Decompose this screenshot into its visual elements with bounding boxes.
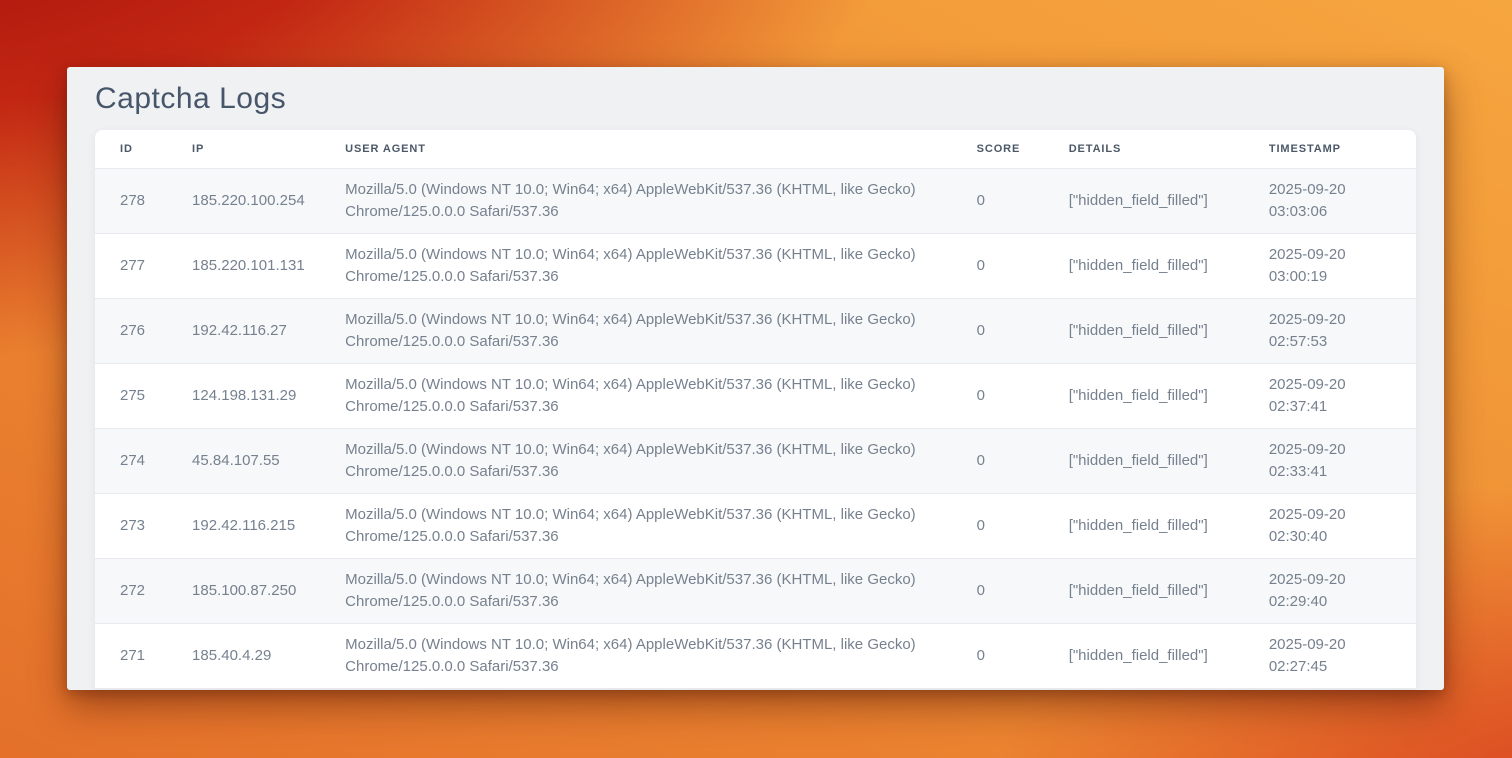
table-row: 271185.40.4.29Mozilla/5.0 (Windows NT 10… (95, 623, 1416, 688)
cell-ip: 192.42.116.215 (167, 493, 320, 558)
column-header-details: DETAILS (1044, 130, 1244, 168)
table-header: ID IP USER AGENT SCORE DETAILS TIMESTAMP (95, 130, 1416, 168)
cell-timestamp: 2025-09-20 02:29:40 (1244, 558, 1416, 623)
table-row: 275124.198.131.29Mozilla/5.0 (Windows NT… (95, 363, 1416, 428)
cell-ip: 45.84.107.55 (167, 428, 320, 493)
cell-id: 278 (95, 168, 167, 233)
column-header-timestamp: TIMESTAMP (1244, 130, 1416, 168)
cell-ip: 185.220.100.254 (167, 168, 320, 233)
cell-details: ["hidden_field_filled"] (1044, 168, 1244, 233)
page-background: { "page": { "title": "Captcha Logs" }, "… (0, 0, 1512, 758)
cell-user-agent: Mozilla/5.0 (Windows NT 10.0; Win64; x64… (320, 428, 951, 493)
cell-timestamp: 2025-09-20 02:33:41 (1244, 428, 1416, 493)
cell-score: 0 (952, 623, 1044, 688)
cell-id: 272 (95, 558, 167, 623)
cell-details: ["hidden_field_filled"] (1044, 558, 1244, 623)
cell-user-agent: Mozilla/5.0 (Windows NT 10.0; Win64; x64… (320, 233, 951, 298)
cell-user-agent: Mozilla/5.0 (Windows NT 10.0; Win64; x64… (320, 558, 951, 623)
cell-score: 0 (952, 168, 1044, 233)
column-header-id: ID (95, 130, 167, 168)
cell-user-agent: Mozilla/5.0 (Windows NT 10.0; Win64; x64… (320, 493, 951, 558)
table-row: 277185.220.101.131Mozilla/5.0 (Windows N… (95, 233, 1416, 298)
cell-timestamp: 2025-09-20 03:03:06 (1244, 168, 1416, 233)
table-row: 276192.42.116.27Mozilla/5.0 (Windows NT … (95, 298, 1416, 363)
cell-score: 0 (952, 298, 1044, 363)
cell-details: ["hidden_field_filled"] (1044, 428, 1244, 493)
cell-user-agent: Mozilla/5.0 (Windows NT 10.0; Win64; x64… (320, 168, 951, 233)
logs-table: ID IP USER AGENT SCORE DETAILS TIMESTAMP… (95, 130, 1416, 689)
page-title: Captcha Logs (95, 81, 1416, 117)
captcha-logs-table: ID IP USER AGENT SCORE DETAILS TIMESTAMP… (95, 130, 1416, 689)
captcha-logs-card: Captcha Logs ID IP USER AGENT SCORE DETA… (67, 67, 1444, 690)
cell-ip: 185.220.101.131 (167, 233, 320, 298)
cell-details: ["hidden_field_filled"] (1044, 298, 1244, 363)
cell-id: 277 (95, 233, 167, 298)
cell-ip: 124.198.131.29 (167, 363, 320, 428)
column-header-user-agent: USER AGENT (320, 130, 951, 168)
cell-id: 273 (95, 493, 167, 558)
cell-score: 0 (952, 428, 1044, 493)
cell-timestamp: 2025-09-20 02:30:40 (1244, 493, 1416, 558)
cell-user-agent: Mozilla/5.0 (Windows NT 10.0; Win64; x64… (320, 363, 951, 428)
table-row: 27445.84.107.55Mozilla/5.0 (Windows NT 1… (95, 428, 1416, 493)
cell-details: ["hidden_field_filled"] (1044, 493, 1244, 558)
cell-details: ["hidden_field_filled"] (1044, 233, 1244, 298)
cell-timestamp: 2025-09-20 02:37:41 (1244, 363, 1416, 428)
cell-score: 0 (952, 363, 1044, 428)
cell-id: 276 (95, 298, 167, 363)
cell-timestamp: 2025-09-20 02:27:45 (1244, 623, 1416, 688)
cell-timestamp: 2025-09-20 02:57:53 (1244, 298, 1416, 363)
cell-ip: 192.42.116.27 (167, 298, 320, 363)
header-row: ID IP USER AGENT SCORE DETAILS TIMESTAMP (95, 130, 1416, 168)
table-row: 273192.42.116.215Mozilla/5.0 (Windows NT… (95, 493, 1416, 558)
table-body: 278185.220.100.254Mozilla/5.0 (Windows N… (95, 168, 1416, 688)
cell-ip: 185.40.4.29 (167, 623, 320, 688)
cell-user-agent: Mozilla/5.0 (Windows NT 10.0; Win64; x64… (320, 298, 951, 363)
cell-details: ["hidden_field_filled"] (1044, 363, 1244, 428)
table-row: 272185.100.87.250Mozilla/5.0 (Windows NT… (95, 558, 1416, 623)
cell-ip: 185.100.87.250 (167, 558, 320, 623)
column-header-score: SCORE (952, 130, 1044, 168)
cell-user-agent: Mozilla/5.0 (Windows NT 10.0; Win64; x64… (320, 623, 951, 688)
cell-id: 274 (95, 428, 167, 493)
cell-id: 275 (95, 363, 167, 428)
column-header-ip: IP (167, 130, 320, 168)
cell-timestamp: 2025-09-20 03:00:19 (1244, 233, 1416, 298)
cell-id: 271 (95, 623, 167, 688)
table-row: 278185.220.100.254Mozilla/5.0 (Windows N… (95, 168, 1416, 233)
cell-score: 0 (952, 558, 1044, 623)
cell-score: 0 (952, 233, 1044, 298)
cell-details: ["hidden_field_filled"] (1044, 623, 1244, 688)
cell-score: 0 (952, 493, 1044, 558)
